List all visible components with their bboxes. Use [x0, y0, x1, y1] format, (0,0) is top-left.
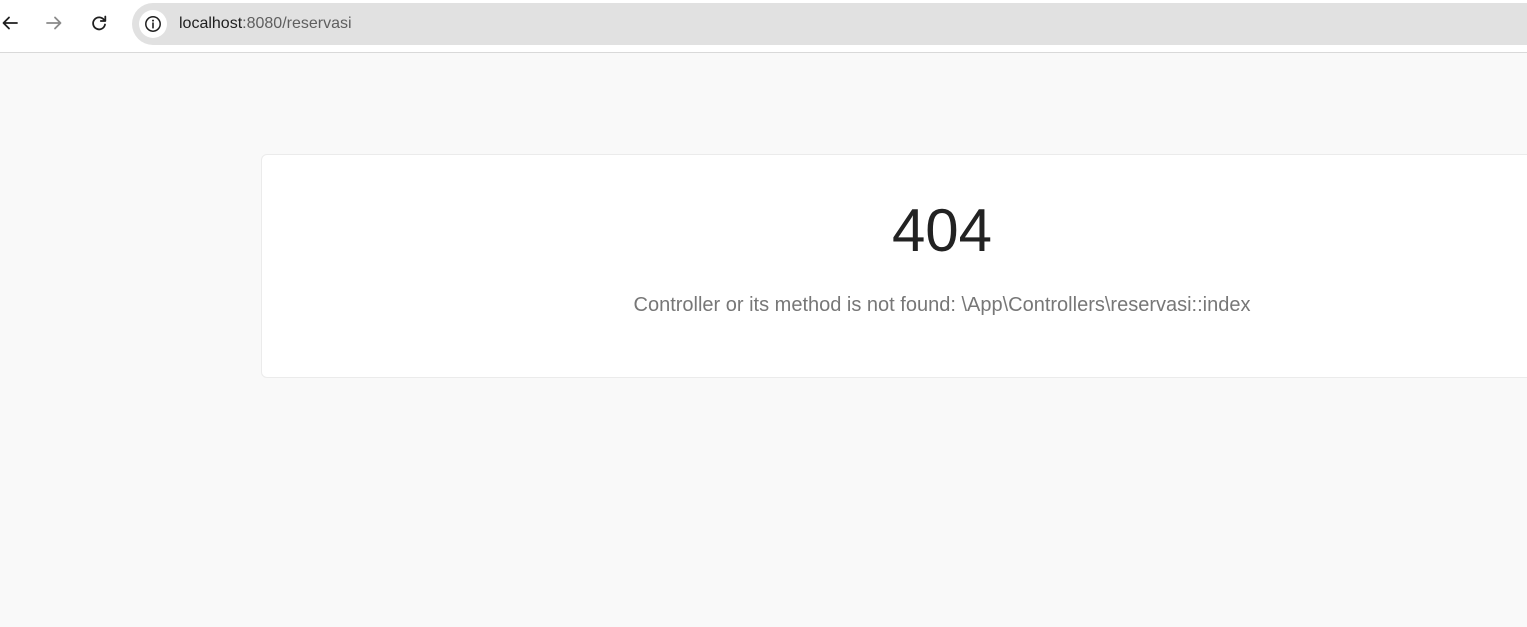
error-message: Controller or its method is not found: \…	[633, 294, 1251, 316]
url-path: :8080/reservasi	[242, 15, 352, 32]
site-info-button[interactable]	[139, 10, 167, 38]
arrow-right-icon	[46, 16, 62, 30]
error-code: 404	[891, 197, 993, 264]
url-host: localhost	[179, 15, 243, 32]
info-icon	[145, 16, 161, 32]
arrow-left-icon	[2, 16, 18, 30]
address-bar[interactable]: localhost:8080/reservasi	[132, 3, 1527, 45]
url-text[interactable]: localhost:8080/reservasi	[179, 15, 352, 33]
browser-toolbar: localhost:8080/reservasi	[0, 0, 1527, 53]
error-card: 404 Controller or its method is not foun…	[261, 154, 1527, 378]
reload-icon	[92, 15, 107, 31]
forward-button[interactable]	[39, 8, 69, 38]
back-button[interactable]	[0, 8, 25, 38]
reload-button[interactable]	[84, 8, 114, 38]
